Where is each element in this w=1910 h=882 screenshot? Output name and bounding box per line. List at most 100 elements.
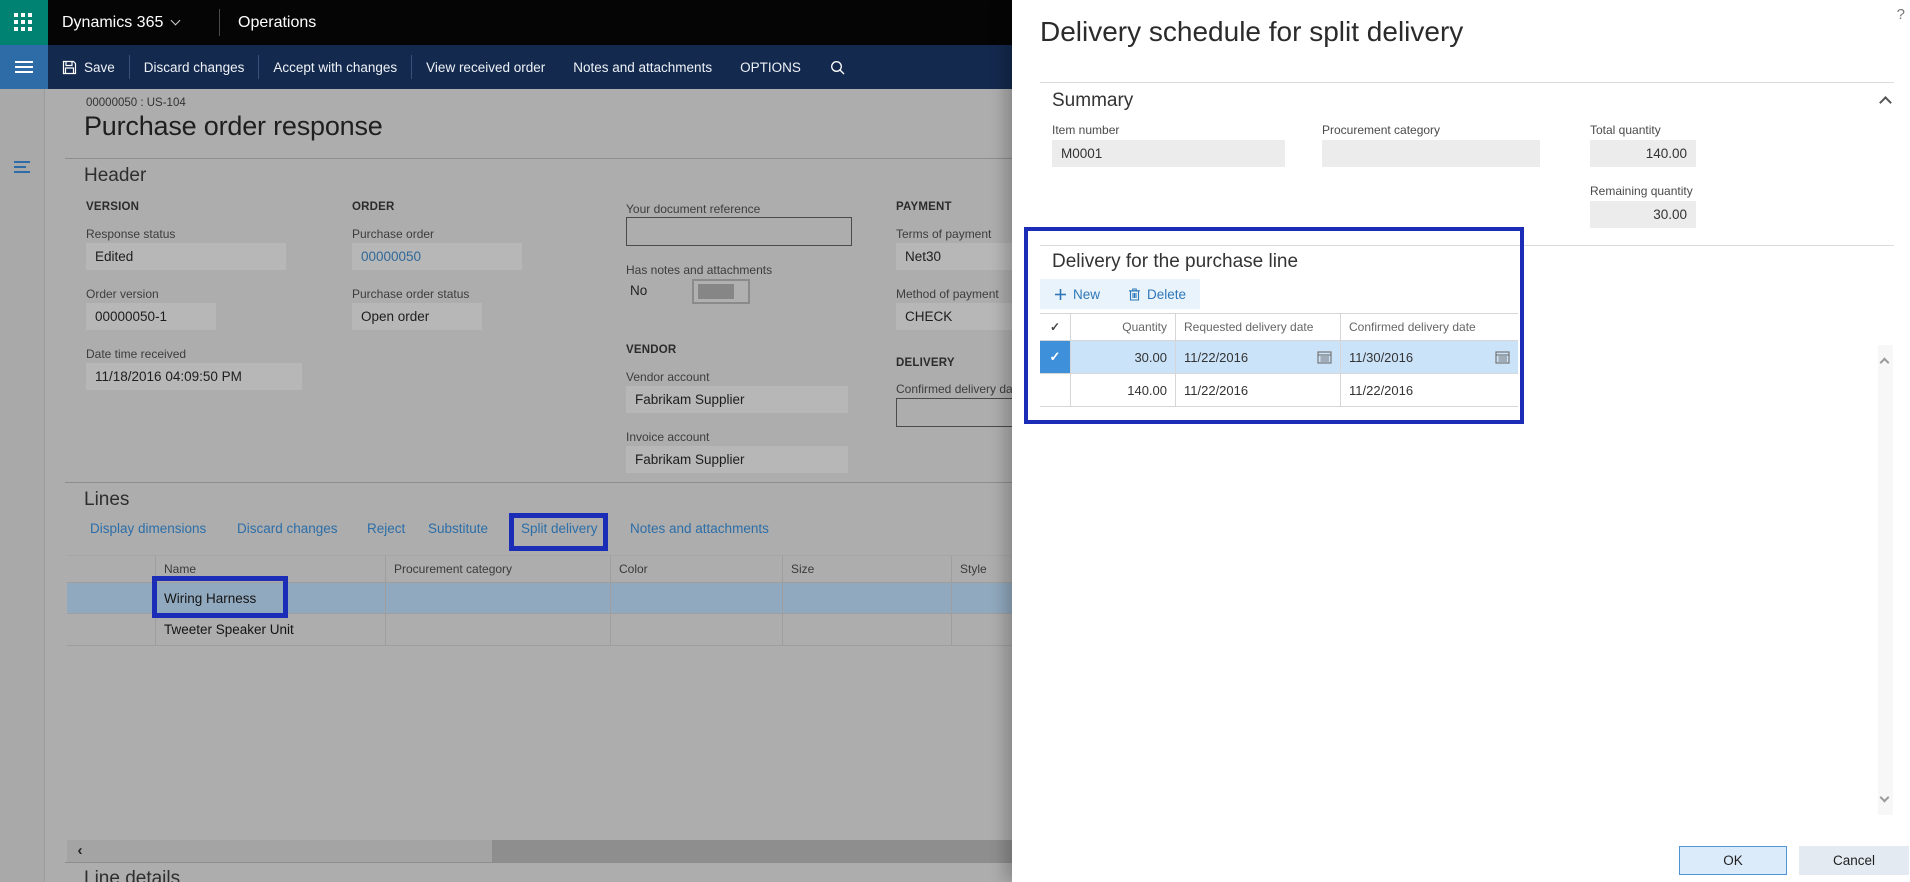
summary-section-title[interactable]: Summary	[1052, 90, 1133, 112]
purchase-order-label: Purchase order	[352, 227, 435, 241]
confirmed-delivery-date-input[interactable]	[896, 398, 1012, 427]
delivery-grid-header: ✓ Quantity Requested delivery date Confi…	[1040, 313, 1518, 341]
search-button[interactable]	[815, 45, 860, 89]
delivery-row-selected[interactable]: ✓ 30.00 11/22/2016 11/30/2016	[1040, 341, 1518, 374]
color-column-header[interactable]: Color	[610, 556, 782, 582]
new-button-label: New	[1073, 286, 1101, 302]
lines-section-title[interactable]: Lines	[84, 489, 129, 511]
navigation-strip	[0, 89, 45, 882]
style-column-header[interactable]: Style	[951, 556, 1012, 582]
delivery-group-label: DELIVERY	[896, 357, 955, 369]
header-section-title[interactable]: Header	[84, 165, 146, 187]
scroll-up-icon[interactable]	[1879, 357, 1890, 368]
lines-row[interactable]: Tweeter Speaker Unit	[67, 614, 1012, 646]
dialog-vertical-scrollbar[interactable]	[1878, 345, 1893, 815]
line-name-cell[interactable]: Wiring Harness	[155, 583, 385, 613]
help-icon[interactable]: ?	[1897, 6, 1905, 23]
options-menu-button[interactable]: OPTIONS	[726, 45, 815, 89]
item-number-label: Item number	[1052, 123, 1120, 137]
order-version-field: 00000050-1	[86, 303, 216, 330]
hamburger-icon	[15, 61, 33, 76]
size-column-header[interactable]: Size	[782, 556, 951, 582]
environment-name: Operations	[238, 14, 317, 31]
requested-date-cell[interactable]: 11/22/2016	[1175, 374, 1340, 406]
confirmed-delivery-date-label: Confirmed delivery da	[896, 382, 1012, 396]
document-reference-input[interactable]	[626, 217, 852, 246]
requested-date-value: 11/22/2016	[1184, 382, 1249, 398]
cancel-button[interactable]: Cancel	[1799, 846, 1909, 875]
toggle-knob-icon	[698, 284, 734, 299]
main-content-dimmed: Dynamics 365 Operations Save Discard cha…	[0, 0, 1012, 882]
procurement-category-label: Procurement category	[1322, 123, 1441, 137]
order-version-label: Order version	[86, 287, 159, 301]
trash-icon	[1129, 288, 1141, 301]
lines-row-selected[interactable]: Wiring Harness	[67, 582, 1012, 614]
quantity-cell[interactable]: 30.00	[1070, 341, 1175, 373]
vendor-group-label: VENDOR	[626, 344, 677, 356]
has-notes-toggle[interactable]	[692, 279, 750, 304]
app-name-menu[interactable]: Dynamics 365	[62, 0, 181, 45]
discard-changes-link[interactable]: Discard changes	[237, 521, 338, 536]
confirmed-date-column-header[interactable]: Confirmed delivery date	[1340, 314, 1518, 340]
line-name-cell[interactable]: Tweeter Speaker Unit	[155, 614, 385, 645]
scroll-left-arrow-icon[interactable]: ‹	[67, 840, 93, 862]
purchase-order-status-field: Open order	[352, 303, 482, 330]
scroll-down-icon[interactable]	[1879, 792, 1890, 803]
confirmed-date-value: 11/22/2016	[1349, 382, 1414, 398]
app-window: Dynamics 365 Operations Save Discard cha…	[0, 0, 1910, 882]
delete-button-label: Delete	[1147, 286, 1187, 302]
app-launcher-button[interactable]	[0, 0, 48, 45]
reject-link[interactable]: Reject	[367, 521, 405, 536]
payment-group-label: PAYMENT	[896, 201, 952, 213]
name-column-header[interactable]: Name	[155, 556, 385, 582]
notes-and-attachments-link[interactable]: Notes and attachments	[630, 521, 769, 536]
new-button[interactable]: New	[1040, 279, 1114, 309]
section-divider	[65, 482, 1012, 483]
collapse-chevron-icon[interactable]	[1879, 96, 1892, 109]
quantity-column-header[interactable]: Quantity	[1070, 314, 1175, 340]
select-all-check-icon[interactable]: ✓	[1040, 314, 1070, 340]
invoice-account-field: Fabrikam Supplier	[626, 446, 848, 473]
display-dimensions-link[interactable]: Display dimensions	[90, 521, 206, 536]
row-selector-column-header	[67, 556, 155, 582]
split-delivery-link[interactable]: Split delivery	[521, 521, 598, 536]
confirmed-date-cell[interactable]: 11/30/2016	[1340, 341, 1518, 373]
hamburger-menu-button[interactable]	[0, 45, 48, 89]
method-of-payment-label: Method of payment	[896, 287, 999, 301]
substitute-link[interactable]: Substitute	[428, 521, 488, 536]
confirmed-date-cell[interactable]: 11/22/2016	[1340, 374, 1518, 406]
vendor-account-field: Fabrikam Supplier	[626, 386, 848, 413]
requested-date-cell[interactable]: 11/22/2016	[1175, 341, 1340, 373]
response-status-label: Response status	[86, 227, 176, 241]
record-caption: 00000050 : US-104	[86, 97, 186, 109]
row-check-cell[interactable]	[1040, 374, 1070, 406]
procurement-category-field	[1322, 140, 1540, 167]
purchase-order-link[interactable]: 00000050	[352, 243, 522, 270]
dialog-title: Delivery schedule for split delivery	[1040, 16, 1464, 47]
delivery-row[interactable]: 140.00 11/22/2016 11/22/2016	[1040, 374, 1518, 407]
total-quantity-label: Total quantity	[1590, 123, 1661, 137]
row-check-icon[interactable]: ✓	[1040, 341, 1070, 373]
discard-changes-button[interactable]: Discard changes	[130, 45, 259, 89]
section-divider	[65, 862, 1012, 863]
accept-with-changes-button[interactable]: Accept with changes	[259, 45, 411, 89]
save-button[interactable]: Save	[48, 45, 129, 89]
ok-button[interactable]: OK	[1679, 846, 1787, 875]
quantity-cell[interactable]: 140.00	[1070, 374, 1175, 406]
calendar-icon[interactable]	[1317, 350, 1332, 364]
section-divider	[65, 158, 1012, 159]
notes-and-attachments-button[interactable]: Notes and attachments	[559, 45, 726, 89]
horizontal-scrollbar[interactable]: ‹	[67, 840, 1012, 862]
delete-button[interactable]: Delete	[1114, 279, 1200, 309]
delivery-schedule-dialog: ? Delivery schedule for split delivery S…	[1012, 0, 1910, 882]
view-received-order-button[interactable]: View received order	[412, 45, 559, 89]
chevron-down-icon	[170, 15, 181, 26]
calendar-icon[interactable]	[1495, 350, 1510, 364]
requested-date-column-header[interactable]: Requested delivery date	[1175, 314, 1340, 340]
horizontal-scrollbar-thumb[interactable]	[492, 840, 1012, 862]
category-column-header[interactable]: Procurement category	[385, 556, 610, 582]
nav-expand-icon[interactable]	[14, 161, 30, 176]
plus-icon	[1055, 288, 1066, 300]
date-time-received-field: 11/18/2016 04:09:50 PM	[86, 363, 302, 390]
line-details-section-title[interactable]: Line details	[84, 868, 180, 882]
